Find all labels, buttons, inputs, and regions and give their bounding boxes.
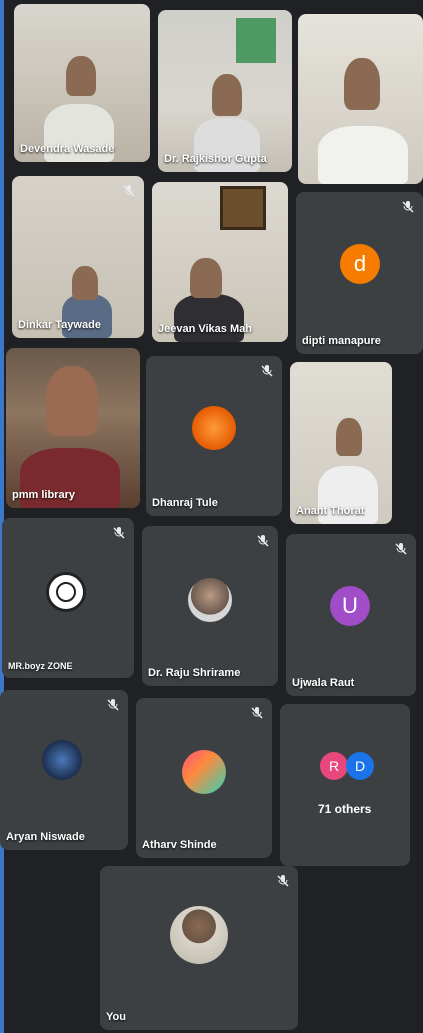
participant-name: Devendra Wasade [20,143,115,155]
others-avatar: D [346,752,374,780]
participant-name: You [106,1011,126,1023]
participant-name: Dr. Rajkishor Gupta [164,153,267,165]
participant-tile[interactable]: Aryan Niswade [0,690,128,850]
participant-name: Ujwala Raut [292,677,355,689]
participant-tile[interactable]: Dinkar Taywade [12,176,144,338]
participant-tile[interactable]: Atharv Shinde [136,698,272,858]
mic-off-icon [112,526,126,540]
participant-tile[interactable]: d dipti manapure [296,192,423,354]
mic-off-icon [250,706,264,720]
mic-off-icon [260,364,274,378]
participant-tile[interactable] [298,14,423,184]
participant-name: Aryan Niswade [6,831,85,843]
participant-face [46,366,98,436]
participant-avatar [182,750,226,794]
wall-board [236,18,276,63]
self-avatar [170,906,228,964]
participant-avatar [192,406,236,450]
participant-face [336,418,362,456]
mic-off-icon [401,200,415,214]
participant-video [62,294,112,338]
participant-tile[interactable]: pmm library [6,348,140,508]
participant-avatar: d [340,244,380,284]
participant-face [212,74,242,116]
participant-name: dipti manapure [302,335,381,347]
participant-avatar [188,578,232,622]
participant-face [190,258,222,298]
participant-tile[interactable]: Anant Thorat [290,362,392,524]
screen-edge [0,0,4,1033]
wall-frame [220,186,266,230]
participant-video [318,126,408,184]
participant-name: Jeevan Vikas Mah [158,323,252,335]
participant-name: Dr. Raju Shrirame [148,667,241,679]
participant-tile[interactable]: Dr. Raju Shrirame [142,526,278,686]
mic-off-icon [106,698,120,712]
participant-tile[interactable]: Dr. Rajkishor Gupta [158,10,292,172]
participant-name: MR.boyz ZONE [8,661,73,671]
camera-icon [56,582,76,602]
participant-avatar [46,572,86,612]
others-count: 71 others [318,802,372,816]
others-avatar: R [320,752,348,780]
participant-name: pmm library [12,489,75,501]
self-tile[interactable]: You [100,866,298,1030]
participant-tile[interactable]: Jeevan Vikas Mah [152,182,288,342]
participant-face [344,58,380,110]
participant-name: Anant Thorat [296,505,365,517]
participant-face [72,266,98,300]
participant-tile[interactable]: MR.boyz ZONE [2,518,134,678]
mic-off-icon [394,542,408,556]
participant-avatar [42,740,82,780]
participant-name: Atharv Shinde [142,839,217,851]
mic-off-icon [256,534,270,548]
participant-name: Dhanraj Tule [152,497,218,509]
participant-face [66,56,96,96]
participant-name: Dinkar Taywade [18,319,101,331]
mic-off-icon [276,874,290,888]
participant-avatar: U [330,586,370,626]
participant-tile[interactable]: Dhanraj Tule [146,356,282,516]
participant-tile[interactable]: Devendra Wasade [14,4,150,162]
others-tile[interactable]: R D 71 others [280,704,410,866]
participant-tile[interactable]: U Ujwala Raut [286,534,416,696]
mic-off-icon [122,184,136,198]
